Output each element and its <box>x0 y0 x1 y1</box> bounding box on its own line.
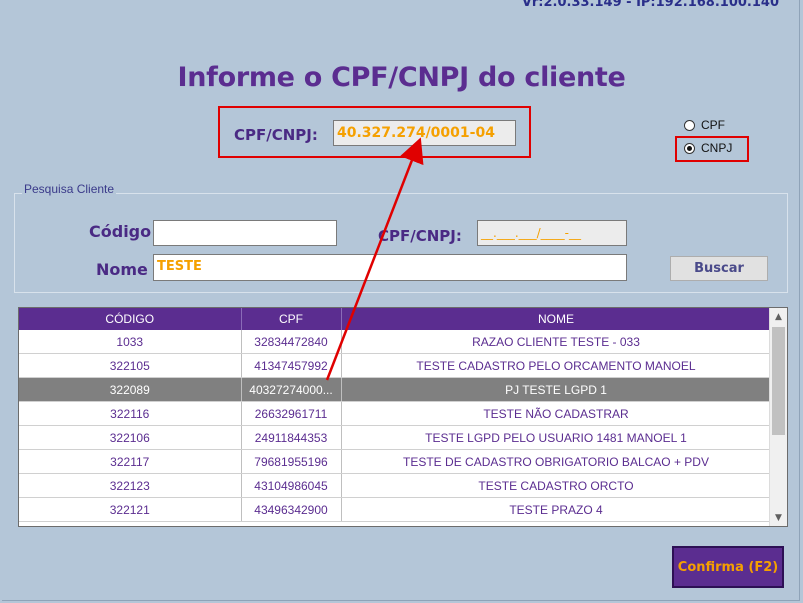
scroll-down-icon[interactable]: ▼ <box>770 509 787 526</box>
table-row[interactable]: 322105 41347457992 TESTE CADASTRO PELO ORC… <box>19 353 772 378</box>
main-window: Vr:2.0.33.149 - IP:192.168.100.140 Infor… <box>2 0 800 601</box>
cell-codigo: 1033 <box>19 330 242 354</box>
column-header-codigo[interactable]: CÓDIGO <box>19 308 242 330</box>
nome-input[interactable]: TESTE <box>153 254 627 281</box>
doc-input-label: CPF/CNPJ: <box>234 126 318 144</box>
results-grid[interactable]: CÓDIGO CPF NOME 1033 32834472840 RAZAO CLI… <box>18 307 788 527</box>
vertical-scrollbar[interactable]: ▲ ▼ <box>769 308 787 526</box>
page-title: Informe o CPF/CNPJ do cliente <box>177 62 626 93</box>
cell-nome: RAZAO CLIENTE TESTE - 033 <box>341 330 772 354</box>
cell-cpf: 43496342900 <box>241 497 342 522</box>
column-header-nome[interactable]: NOME <box>341 308 772 330</box>
version-info: Vr:2.0.33.149 - IP:192.168.100.140 <box>521 0 779 10</box>
cell-cpf: 32834472840 <box>241 330 342 354</box>
cell-cpf: 40327274000... <box>241 377 342 402</box>
column-header-cpf[interactable]: CPF <box>241 308 342 330</box>
cell-nome: TESTE PRAZO 4 <box>341 497 772 522</box>
radio-cnpj-label: CNPJ <box>701 141 733 155</box>
codigo-label: Código <box>89 222 152 241</box>
cell-codigo: 322089 <box>19 377 242 402</box>
cell-cpf: 24911844353 <box>241 425 342 450</box>
cell-codigo: 322106 <box>19 425 242 450</box>
table-row[interactable]: 322117 79681955196 TESTE DE CADASTRO OBRIG… <box>19 449 772 474</box>
radio-cnpj[interactable]: CNPJ <box>684 141 732 155</box>
cell-codigo: 322105 <box>19 353 242 378</box>
table-row-selected[interactable]: 322089 40327274000... PJ TESTE LGPD 1 <box>19 377 772 402</box>
cell-nome: TESTE NÃO CADASTRAR <box>341 401 772 426</box>
nome-label: Nome <box>96 260 148 279</box>
radio-cpf[interactable]: CPF <box>684 118 725 132</box>
table-row[interactable]: 322106 24911844353 TESTE LGPD PELO USUARIO… <box>19 425 772 450</box>
search-group-title: Pesquisa Cliente <box>22 182 117 196</box>
table-row[interactable]: 1033 32834472840 RAZAO CLIENTE TESTE - 033 <box>19 330 772 354</box>
cell-nome: PJ TESTE LGPD 1 <box>341 377 772 402</box>
cell-codigo: 322123 <box>19 473 242 498</box>
table-row[interactable]: 322121 43496342900 TESTE PRAZO 4 <box>19 497 772 522</box>
table-row[interactable]: 322123 43104986045 TESTE CADASTRO ORCTO <box>19 473 772 498</box>
radio-cnpj-circle[interactable] <box>684 142 695 154</box>
table-header-row: CÓDIGO CPF NOME <box>19 308 772 330</box>
cell-codigo: 322116 <box>19 401 242 426</box>
cell-nome: TESTE LGPD PELO USUARIO 1481 MANOEL 1 <box>341 425 772 450</box>
search-cpfcnpj-input[interactable]: __.___.___/____-__ <box>477 220 627 246</box>
cell-cpf: 26632961711 <box>241 401 342 426</box>
cell-codigo: 322117 <box>19 449 242 474</box>
radio-cpf-label: CPF <box>701 118 725 132</box>
cell-nome: TESTE DE CADASTRO OBRIGATORIO BALCAO + P… <box>341 449 772 474</box>
confirm-button[interactable]: Confirma (F2) <box>672 546 784 588</box>
cell-nome: TESTE CADASTRO PELO ORCAMENTO MANOEL <box>341 353 772 378</box>
doc-input[interactable]: 40.327.274/0001-04 <box>333 120 516 146</box>
scroll-thumb[interactable] <box>772 327 785 435</box>
scroll-up-icon[interactable]: ▲ <box>770 308 787 325</box>
table-row[interactable]: 322116 26632961711 TESTE NÃO CADASTRAR <box>19 401 772 426</box>
results-table: CÓDIGO CPF NOME 1033 32834472840 RAZAO CLI… <box>19 308 772 522</box>
codigo-input[interactable] <box>153 220 337 246</box>
cell-cpf: 79681955196 <box>241 449 342 474</box>
cell-codigo: 322121 <box>19 497 242 522</box>
search-cpfcnpj-label: CPF/CNPJ: <box>378 227 462 245</box>
cell-cpf: 41347457992 <box>241 353 342 378</box>
cell-cpf: 43104986045 <box>241 473 342 498</box>
cell-nome: TESTE CADASTRO ORCTO <box>341 473 772 498</box>
radio-cpf-circle[interactable] <box>684 119 695 131</box>
buscar-button[interactable]: Buscar <box>670 256 768 281</box>
